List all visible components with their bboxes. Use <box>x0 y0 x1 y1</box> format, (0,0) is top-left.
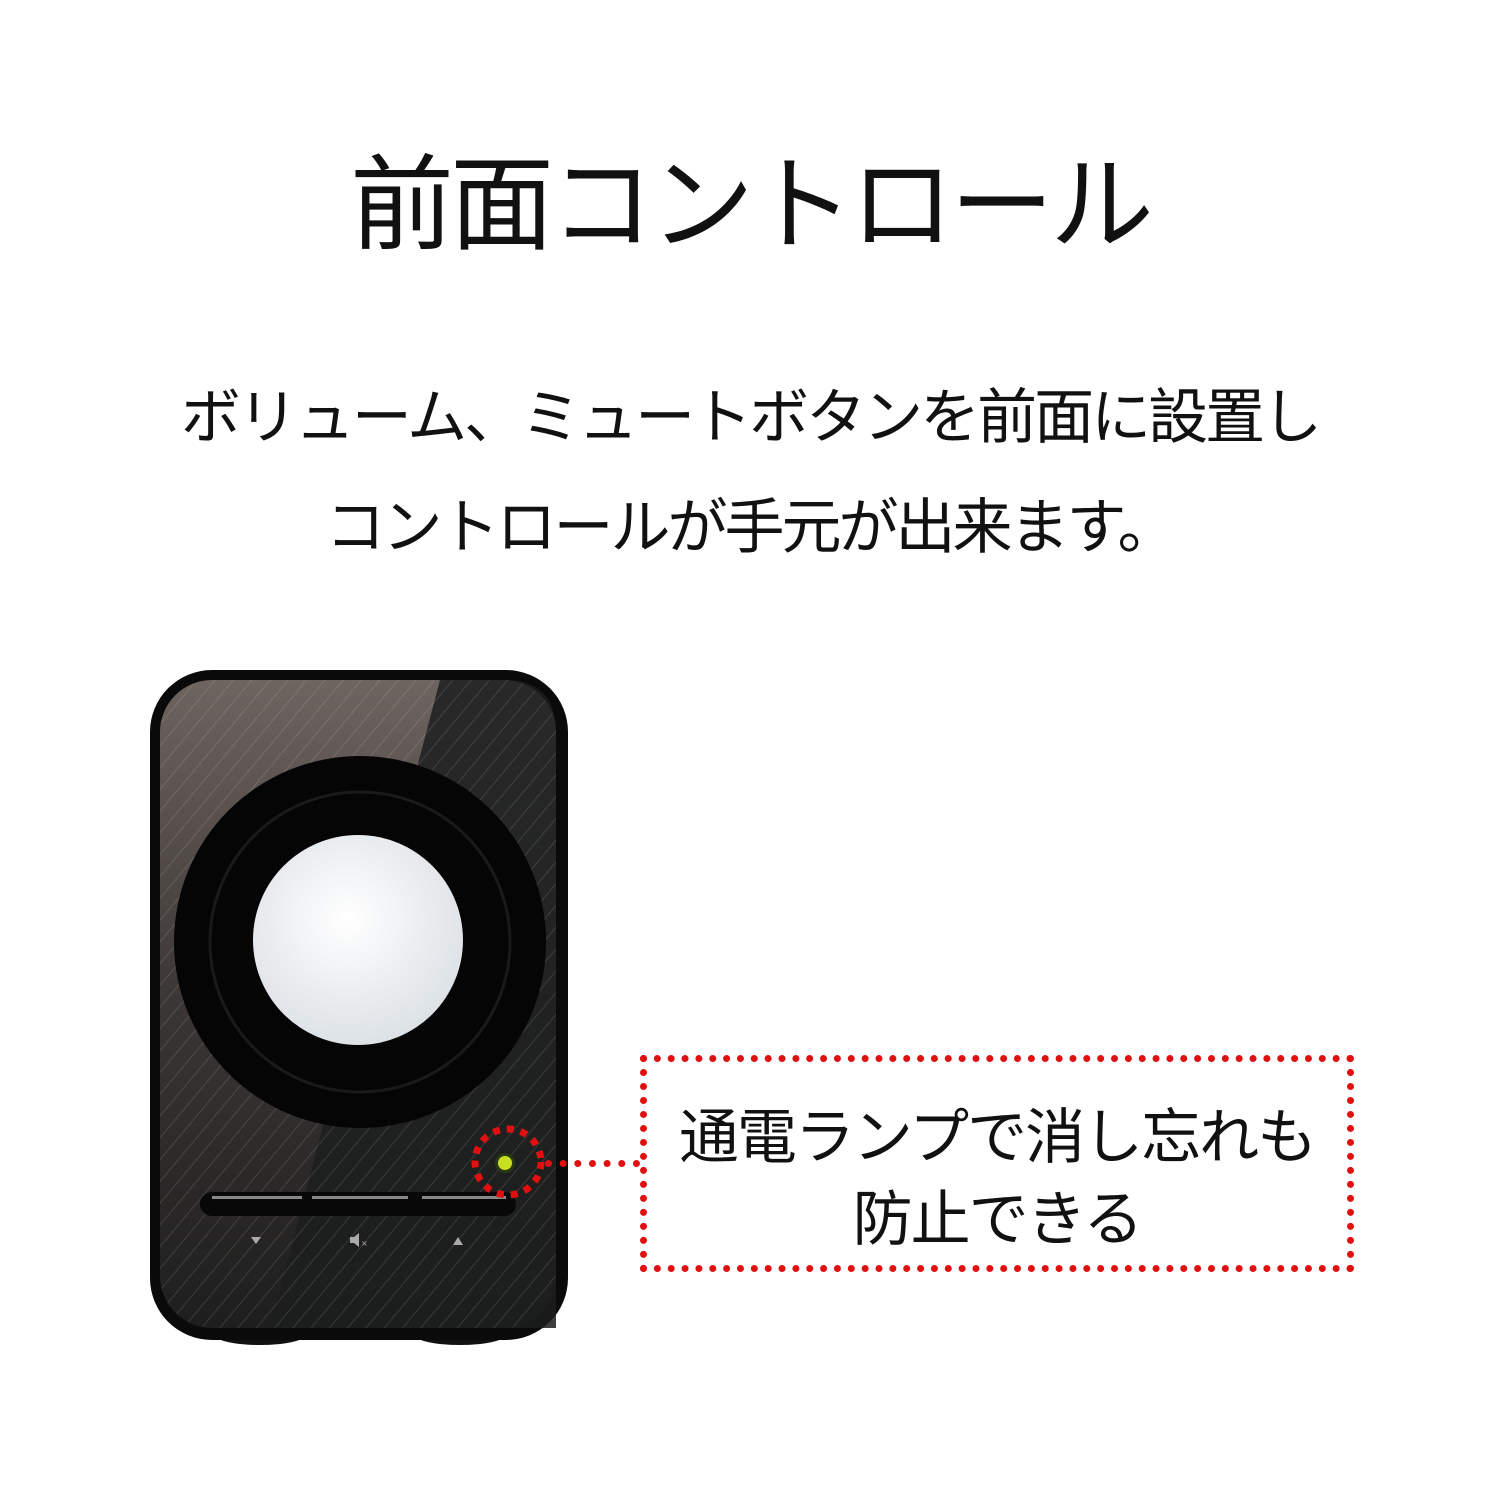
callout-line-2: 防止できる <box>852 1185 1144 1255</box>
volume-down-button[interactable] <box>212 1196 302 1199</box>
callout-line-1: 通電ランプで消し忘れも <box>678 1103 1317 1173</box>
speaker-illustration: × <box>150 670 568 1345</box>
callout-leader-line <box>545 1160 640 1167</box>
callout-box: 通電ランプで消し忘れも 防止できる <box>640 1055 1354 1272</box>
mute-button[interactable] <box>312 1196 408 1199</box>
description-line-1: ボリューム、ミュートボタンを前面に設置し <box>180 383 1322 453</box>
svg-text:×: × <box>361 1239 368 1248</box>
woofer <box>174 756 546 1128</box>
control-bar <box>200 1192 516 1216</box>
power-lamp-light <box>498 1156 512 1170</box>
description-line-2: コントロールが手元が出来ます。 <box>325 493 1178 563</box>
volume-up-button[interactable] <box>422 1196 506 1199</box>
page-title: 前面コントロール <box>349 144 1154 266</box>
